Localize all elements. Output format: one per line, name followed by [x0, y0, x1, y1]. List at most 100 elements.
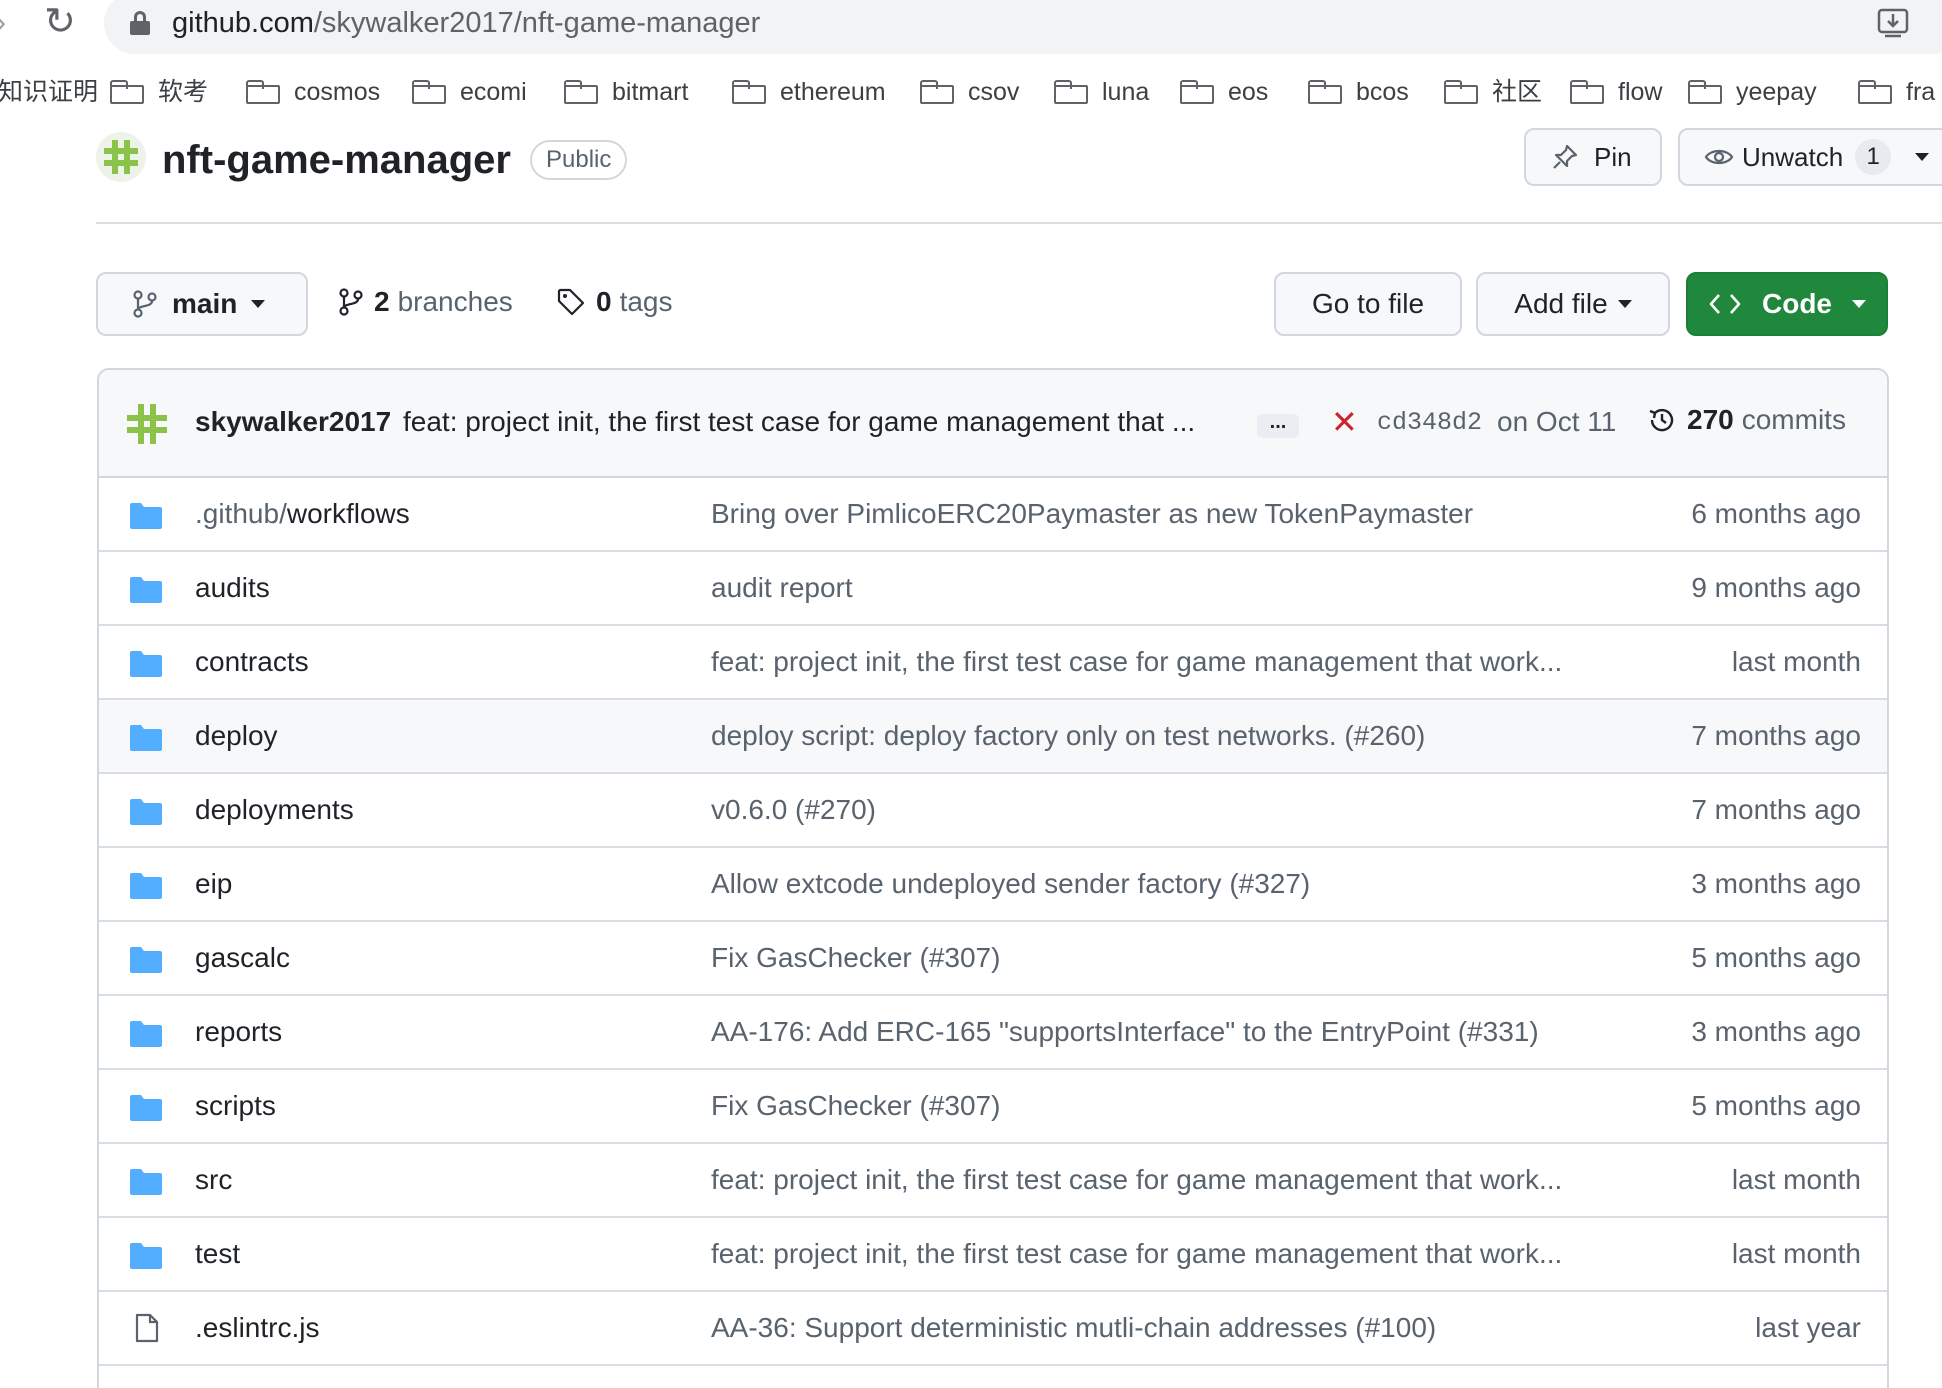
tags-link[interactable]: 0 tags — [556, 286, 673, 318]
bookmark-label: ethereum — [780, 78, 886, 106]
bookmark-label: bitmart — [612, 78, 689, 106]
bookmark-item[interactable]: ethereum — [732, 70, 886, 114]
file-name[interactable]: test — [195, 1238, 240, 1270]
folder-icon — [412, 80, 446, 104]
commit-message[interactable]: feat: project init, the first test case … — [403, 406, 1195, 438]
file-name[interactable]: eip — [195, 868, 232, 900]
file-commit-message[interactable]: feat: project init, the first test case … — [711, 1238, 1562, 1270]
install-icon[interactable] — [1876, 6, 1910, 40]
bookmark-item[interactable]: eos — [1180, 70, 1268, 114]
file-row[interactable]: scripts Fix GasChecker (#307) 5 months ago — [99, 1070, 1887, 1144]
code-label: Code — [1762, 288, 1832, 319]
commits-link[interactable]: 270 commits — [1647, 404, 1846, 436]
go-to-file-button[interactable]: Go to file — [1274, 272, 1462, 336]
bookmark-label: 软考 — [158, 78, 209, 106]
file-name-text: .eslintrc.js — [195, 1312, 320, 1343]
history-icon — [1649, 408, 1674, 432]
lock-icon[interactable] — [130, 11, 150, 35]
file-commit-message[interactable]: deploy script: deploy factory only on te… — [711, 720, 1425, 752]
x-icon[interactable]: ✕ — [1331, 402, 1358, 442]
file-commit-message[interactable]: Allow extcode undeployed sender factory … — [711, 868, 1310, 900]
bookmark-item[interactable]: fra — [1858, 70, 1935, 114]
bookmark-item[interactable]: bcos — [1308, 70, 1409, 114]
file-row[interactable]: audits audit report 9 months ago — [99, 552, 1887, 626]
bookmark-item[interactable]: flow — [1570, 70, 1662, 114]
browser-toolbar: › ↻ github.com/skywalker2017/nft-game-ma… — [0, 0, 1942, 54]
file-name[interactable]: contracts — [195, 646, 309, 678]
file-row[interactable]: .github/workflows Bring over PimlicoERC20… — [99, 478, 1887, 552]
bookmark-item[interactable]: ecomi — [412, 70, 527, 114]
repo-name[interactable]: nft-game-manager — [162, 136, 511, 184]
file-name[interactable]: deployments — [195, 794, 354, 826]
expand-message-button[interactable]: ... — [1257, 412, 1299, 438]
file-name[interactable]: deploy — [195, 720, 278, 752]
file-commit-message[interactable]: Bring over PimlicoERC20Paymaster as new … — [711, 498, 1473, 530]
url-text[interactable]: github.com/skywalker2017/nft-game-manage… — [172, 4, 760, 42]
bookmark-label: luna — [1102, 78, 1150, 106]
file-row[interactable]: deployments v0.6.0 (#270) 7 months ago — [99, 774, 1887, 848]
file-commit-date: last month — [1731, 1238, 1861, 1269]
bookmark-item[interactable]: luna — [1054, 70, 1149, 114]
forward-icon[interactable]: › — [0, 6, 6, 40]
file-row[interactable]: contracts feat: project init, the first t… — [99, 626, 1887, 700]
file-commit-message[interactable]: Fix GasChecker (#307) — [711, 942, 1000, 974]
file-name[interactable]: audits — [195, 572, 270, 604]
bookmark-item[interactable]: 软考 — [110, 70, 208, 114]
file-browser: skywalker2017 feat: project init, the fi… — [97, 368, 1889, 1388]
owner-avatar[interactable] — [96, 132, 146, 182]
file-row[interactable]: deploy deploy script: deploy factory only… — [99, 700, 1887, 774]
chevron-down-icon — [1617, 300, 1632, 308]
file-commit-message[interactable]: Fix GasChecker (#307) — [711, 1090, 1000, 1122]
pin-button[interactable]: Pin — [1524, 128, 1662, 186]
file-name[interactable]: scripts — [195, 1090, 276, 1122]
code-button[interactable]: Code — [1686, 272, 1888, 336]
folder-icon — [130, 725, 162, 751]
bookmark-item[interactable]: 知识证明 — [0, 70, 98, 114]
add-file-button[interactable]: Add file — [1476, 272, 1670, 336]
file-name[interactable]: src — [195, 1164, 232, 1196]
file-row[interactable]: .eslintrc.js AA-36: Support deterministic… — [99, 1292, 1887, 1366]
bookmark-item[interactable]: csov — [920, 70, 1019, 114]
file-row[interactable]: test feat: project init, the first test c… — [99, 1218, 1887, 1292]
commit-sha[interactable]: cd348d2 — [1377, 408, 1482, 437]
bookmark-item[interactable]: cosmos — [246, 70, 380, 114]
bookmark-item[interactable]: yeepay — [1688, 70, 1817, 114]
file-commit-date: 5 months ago — [1691, 942, 1861, 973]
unwatch-button[interactable]: Unwatch 1 — [1678, 128, 1942, 186]
file-name[interactable]: .github/workflows — [195, 498, 410, 530]
bookmark-item[interactable]: 社区 — [1444, 70, 1542, 114]
bookmark-label: yeepay — [1736, 78, 1817, 106]
commit-date[interactable]: on Oct 11 — [1497, 406, 1616, 438]
file-name[interactable]: .eslintrc.js — [195, 1312, 319, 1344]
file-row[interactable]: eip Allow extcode undeployed sender facto… — [99, 848, 1887, 922]
reload-icon[interactable]: ↻ — [44, 2, 76, 42]
file-commit-message[interactable]: AA-36: Support deterministic mutli-chain… — [711, 1312, 1436, 1344]
file-row[interactable]: src feat: project init, the first test ca… — [99, 1144, 1887, 1218]
branches-link[interactable]: 2 branches — [338, 286, 513, 318]
file-row[interactable]: reports AA-176: Add ERC-165 "supportsInte… — [99, 996, 1887, 1070]
bookmark-item[interactable]: bitmart — [564, 70, 688, 114]
header-divider — [96, 222, 1942, 224]
author-avatar[interactable] — [125, 402, 169, 446]
commits-label: commits — [1741, 404, 1846, 435]
pin-label: Pin — [1594, 141, 1632, 172]
bookmark-label: cosmos — [294, 78, 381, 106]
file-commit-message[interactable]: AA-176: Add ERC-165 "supportsInterface" … — [711, 1016, 1539, 1048]
branch-select-button[interactable]: main — [96, 272, 308, 336]
file-commit-date: last year — [1755, 1312, 1861, 1343]
file-name[interactable]: gascalc — [195, 942, 290, 974]
file-commit-message[interactable]: feat: project init, the first test case … — [711, 1164, 1562, 1196]
folder-icon — [130, 873, 162, 899]
file-commit-message[interactable]: audit report — [711, 572, 853, 604]
bookmark-label: bcos — [1356, 78, 1409, 106]
folder-icon — [130, 947, 162, 973]
folder-icon — [1858, 80, 1892, 104]
file-row[interactable]: gascalc Fix GasChecker (#307) 5 months ago — [99, 922, 1887, 996]
file-commit-message[interactable]: v0.6.0 (#270) — [711, 794, 876, 826]
file-commit-date: 6 months ago — [1691, 498, 1861, 529]
file-commit-message[interactable]: feat: project init, the first test case … — [711, 646, 1562, 678]
folder-icon — [130, 577, 162, 603]
commit-author[interactable]: skywalker2017 — [195, 406, 391, 438]
git-branch-icon — [133, 290, 157, 318]
file-name[interactable]: reports — [195, 1016, 282, 1048]
